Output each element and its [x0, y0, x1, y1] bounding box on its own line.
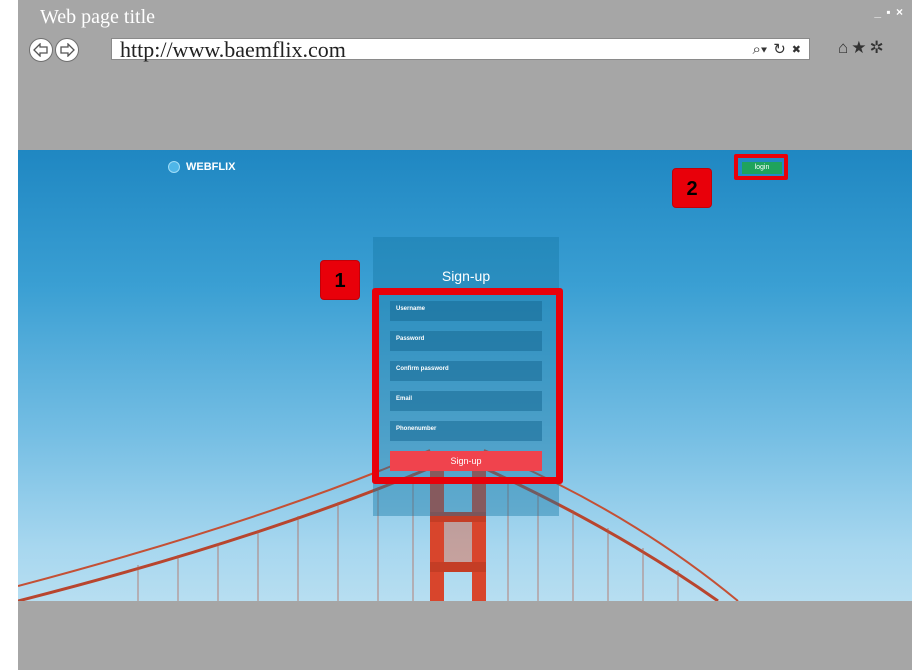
window-controls[interactable]: _ ▪ × — [874, 5, 904, 19]
forward-button[interactable] — [55, 38, 79, 62]
annotation-badge-2: 2 — [672, 168, 712, 208]
browser-bottom-area — [18, 601, 912, 670]
logo-text: WEBFLIX — [186, 161, 236, 173]
web-page-viewport: WEBFLIX login Sign-up Username Password … — [18, 150, 912, 601]
stop-icon[interactable]: ✖ — [792, 43, 801, 56]
webflix-logo[interactable]: WEBFLIX — [168, 161, 236, 173]
search-icon[interactable]: ⌕▾ — [753, 41, 768, 58]
back-button[interactable] — [29, 38, 53, 62]
url-text: http://www.baemflix.com — [120, 37, 346, 62]
annotation-badge-1: 1 — [320, 260, 360, 300]
window-title: Web page title — [40, 6, 156, 28]
home-icon[interactable]: ⌂ — [838, 38, 848, 58]
forward-arrow-icon — [60, 43, 75, 57]
back-arrow-icon — [33, 43, 48, 57]
settings-gear-icon[interactable]: ✲ — [870, 38, 884, 58]
address-bar[interactable]: http://www.baemflix.com ⌕▾ ↻ ✖ — [111, 37, 810, 62]
logo-icon — [168, 161, 180, 173]
signup-title: Sign-up — [441, 268, 491, 284]
annotation-highlight-form — [372, 288, 563, 484]
browser-window: Web page title _ ▪ × http://www.baemflix… — [18, 0, 912, 670]
annotation-highlight-login — [734, 154, 788, 180]
refresh-icon[interactable]: ↻ — [773, 40, 786, 58]
favorites-star-icon[interactable]: ★ — [851, 38, 866, 58]
